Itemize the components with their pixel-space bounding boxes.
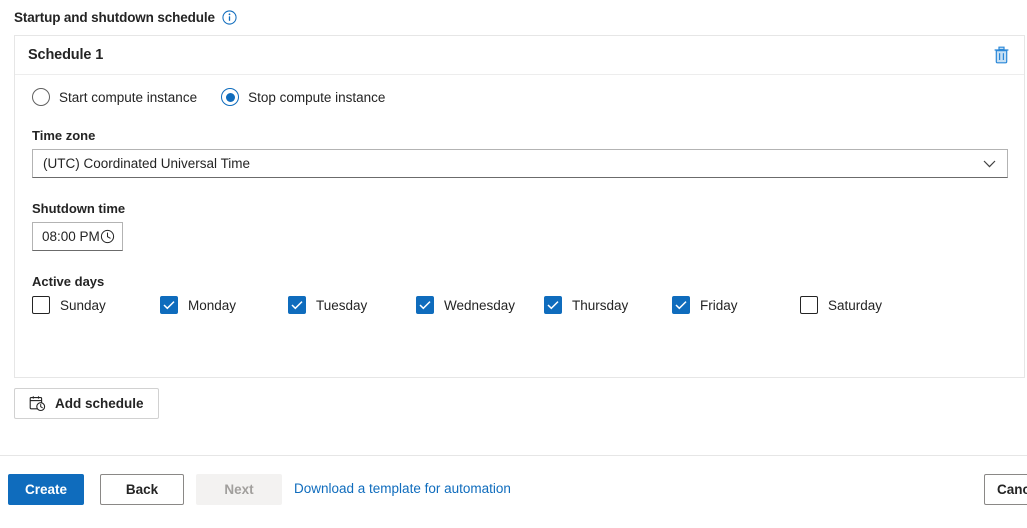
section-heading-label: Startup and shutdown schedule bbox=[14, 10, 215, 25]
info-circle-icon[interactable] bbox=[222, 10, 237, 25]
checkbox-tuesday[interactable]: Tuesday bbox=[288, 296, 416, 314]
checkbox-wednesday[interactable]: Wednesday bbox=[416, 296, 544, 314]
create-button[interactable]: Create bbox=[8, 474, 84, 505]
schedule-card-body: Start compute instance Stop compute inst… bbox=[15, 75, 1024, 314]
shutdown-time-label: Shutdown time bbox=[32, 201, 126, 216]
next-button: Next bbox=[196, 474, 282, 505]
schedule-card-title: Schedule 1 bbox=[28, 47, 104, 63]
radio-mark-start bbox=[32, 88, 50, 106]
chevron-down-icon bbox=[983, 160, 996, 168]
schedule-card-header: Schedule 1 bbox=[15, 36, 1024, 75]
checkbox-label-thursday: Thursday bbox=[572, 297, 629, 313]
schedule-page: Startup and shutdown schedule Schedule 1 bbox=[0, 0, 1027, 528]
clock-icon[interactable] bbox=[100, 229, 115, 244]
action-bar: Create Back Next Download a template for… bbox=[0, 455, 1027, 528]
shutdown-time-field: Shutdown time 08:00 PM bbox=[32, 201, 1024, 251]
cancel-button[interactable]: Cancel bbox=[984, 474, 1027, 505]
radio-label-start: Start compute instance bbox=[59, 89, 198, 105]
checkbox-label-monday: Monday bbox=[188, 297, 237, 313]
checkbox-mark-thursday bbox=[544, 296, 562, 314]
checkbox-mark-sunday bbox=[32, 296, 50, 314]
active-days-label: Active days bbox=[32, 274, 105, 289]
shutdown-time-input[interactable]: 08:00 PM bbox=[32, 222, 123, 251]
back-button[interactable]: Back bbox=[100, 474, 184, 505]
radio-mark-stop bbox=[221, 88, 240, 106]
add-schedule-button[interactable]: Add schedule bbox=[14, 388, 159, 419]
checkbox-monday[interactable]: Monday bbox=[160, 296, 288, 314]
checkbox-mark-friday bbox=[672, 296, 690, 314]
checkbox-mark-wednesday bbox=[416, 296, 434, 314]
download-template-link[interactable]: Download a template for automation bbox=[294, 481, 511, 496]
timezone-select[interactable]: (UTC) Coordinated Universal Time bbox=[32, 149, 1008, 178]
schedule-card: Schedule 1 Start compute instance Stop c… bbox=[14, 35, 1025, 378]
section-heading: Startup and shutdown schedule bbox=[14, 10, 237, 25]
trash-icon bbox=[993, 46, 1010, 64]
checkbox-label-friday: Friday bbox=[700, 297, 738, 313]
calendar-clock-icon bbox=[29, 395, 46, 412]
checkbox-mark-monday bbox=[160, 296, 178, 314]
active-days-checkbox-group: Sunday Monday Tuesday Wednesday Thursday… bbox=[32, 296, 1024, 314]
timezone-label: Time zone bbox=[32, 128, 96, 143]
checkbox-saturday[interactable]: Saturday bbox=[800, 296, 928, 314]
checkbox-sunday[interactable]: Sunday bbox=[32, 296, 160, 314]
timezone-value: (UTC) Coordinated Universal Time bbox=[43, 156, 251, 171]
delete-schedule-button[interactable] bbox=[986, 40, 1016, 70]
checkbox-mark-saturday bbox=[800, 296, 818, 314]
add-schedule-label: Add schedule bbox=[55, 396, 144, 411]
active-days-field: Active days Sunday Monday Tuesday Wednes… bbox=[32, 274, 1024, 314]
radio-label-stop: Stop compute instance bbox=[248, 89, 386, 105]
checkbox-label-saturday: Saturday bbox=[828, 297, 883, 313]
compute-action-radio-group: Start compute instance Stop compute inst… bbox=[32, 88, 1024, 106]
checkbox-thursday[interactable]: Thursday bbox=[544, 296, 672, 314]
timezone-field: Time zone (UTC) Coordinated Universal Ti… bbox=[32, 128, 1024, 178]
radio-start-compute-instance[interactable]: Start compute instance bbox=[32, 88, 197, 106]
checkbox-label-tuesday: Tuesday bbox=[316, 297, 368, 313]
radio-stop-compute-instance[interactable]: Stop compute instance bbox=[221, 88, 385, 106]
checkbox-friday[interactable]: Friday bbox=[672, 296, 800, 314]
checkbox-label-wednesday: Wednesday bbox=[444, 297, 516, 313]
checkbox-mark-tuesday bbox=[288, 296, 306, 314]
checkbox-label-sunday: Sunday bbox=[60, 297, 106, 313]
shutdown-time-value: 08:00 PM bbox=[42, 229, 100, 244]
